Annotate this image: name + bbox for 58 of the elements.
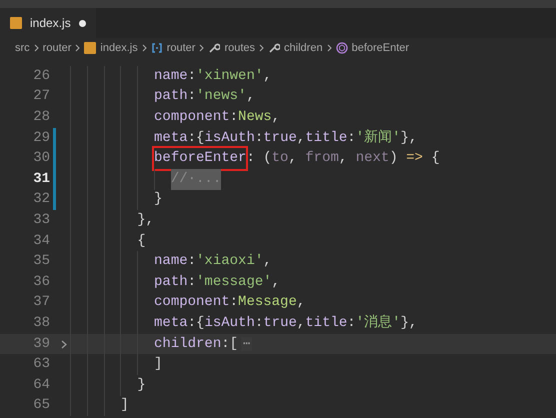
line-number: 33 bbox=[32, 210, 50, 230]
line-number: 39 bbox=[32, 334, 50, 354]
cube-icon bbox=[336, 42, 348, 54]
code-text: ] bbox=[153, 355, 162, 374]
chevron-right-icon bbox=[199, 44, 204, 52]
line-number: 26 bbox=[32, 66, 50, 86]
breadcrumb-item[interactable]: src bbox=[15, 40, 30, 56]
line-number: 64 bbox=[32, 376, 50, 395]
wrench-icon bbox=[268, 42, 280, 54]
code-text: } bbox=[153, 190, 162, 210]
tab-label: index.js bbox=[30, 15, 71, 32]
code-text: path:'message', bbox=[153, 272, 280, 292]
code-text: path:'news', bbox=[153, 87, 255, 106]
code-text: meta:{isAuth:true,title:'新闻'}, bbox=[153, 128, 418, 148]
line-number: 31 bbox=[32, 170, 50, 189]
code-text: name:'xiaoxi', bbox=[153, 252, 272, 272]
wrench-icon bbox=[208, 42, 220, 54]
line-number: 36 bbox=[32, 272, 50, 292]
line-number: 27 bbox=[32, 87, 50, 106]
code-text: meta:{isAuth:true,title:'消息'}, bbox=[153, 314, 418, 333]
highlighted-code: beforeEnter bbox=[154, 148, 246, 170]
breadcrumb-item[interactable]: children bbox=[284, 40, 323, 56]
line-number: 38 bbox=[32, 314, 50, 333]
breadcrumb-item[interactable]: index.js bbox=[100, 40, 138, 56]
line-number: 37 bbox=[32, 293, 50, 312]
chevron-right-icon bbox=[142, 44, 147, 52]
code-text: children:[ bbox=[153, 334, 238, 354]
code-text: { bbox=[136, 232, 146, 251]
line-number: 35 bbox=[32, 252, 50, 272]
breadcrumb-item[interactable]: routes bbox=[224, 40, 256, 56]
braces-icon bbox=[150, 43, 163, 53]
line-number: 28 bbox=[32, 108, 50, 127]
line-number: 65 bbox=[32, 396, 50, 416]
folded-ellipsis[interactable]: ⋯ bbox=[241, 337, 252, 352]
line-number: 29 bbox=[32, 128, 50, 148]
line-number: 34 bbox=[32, 232, 50, 251]
code-text: }, bbox=[136, 210, 154, 230]
js-file-icon bbox=[84, 42, 96, 54]
selected-code: //·... bbox=[170, 168, 222, 190]
js-file-icon bbox=[10, 17, 22, 29]
chevron-right-icon[interactable] bbox=[61, 340, 67, 349]
code-text: : (to, from, next) => { bbox=[246, 149, 440, 168]
editor-tab[interactable]: index.js bbox=[0, 8, 96, 38]
breadcrumb-item[interactable]: router bbox=[42, 40, 72, 56]
line-number: 63 bbox=[32, 355, 50, 374]
chevron-right-icon bbox=[259, 44, 264, 52]
code-text: name:'xinwen', bbox=[153, 66, 272, 86]
code-text: ] bbox=[119, 396, 129, 416]
chevron-right-icon bbox=[34, 44, 39, 52]
breadcrumb-item[interactable]: beforeEnter bbox=[352, 40, 410, 56]
line-number: 30 bbox=[32, 149, 50, 168]
code-text: component:News, bbox=[153, 108, 280, 127]
line-number: 32 bbox=[32, 190, 50, 210]
chevron-right-icon bbox=[75, 44, 80, 52]
code-text: component:Message, bbox=[153, 293, 306, 312]
chevron-right-icon bbox=[326, 44, 332, 52]
breadcrumb-item[interactable]: router bbox=[166, 40, 196, 56]
code-text: } bbox=[136, 376, 146, 395]
